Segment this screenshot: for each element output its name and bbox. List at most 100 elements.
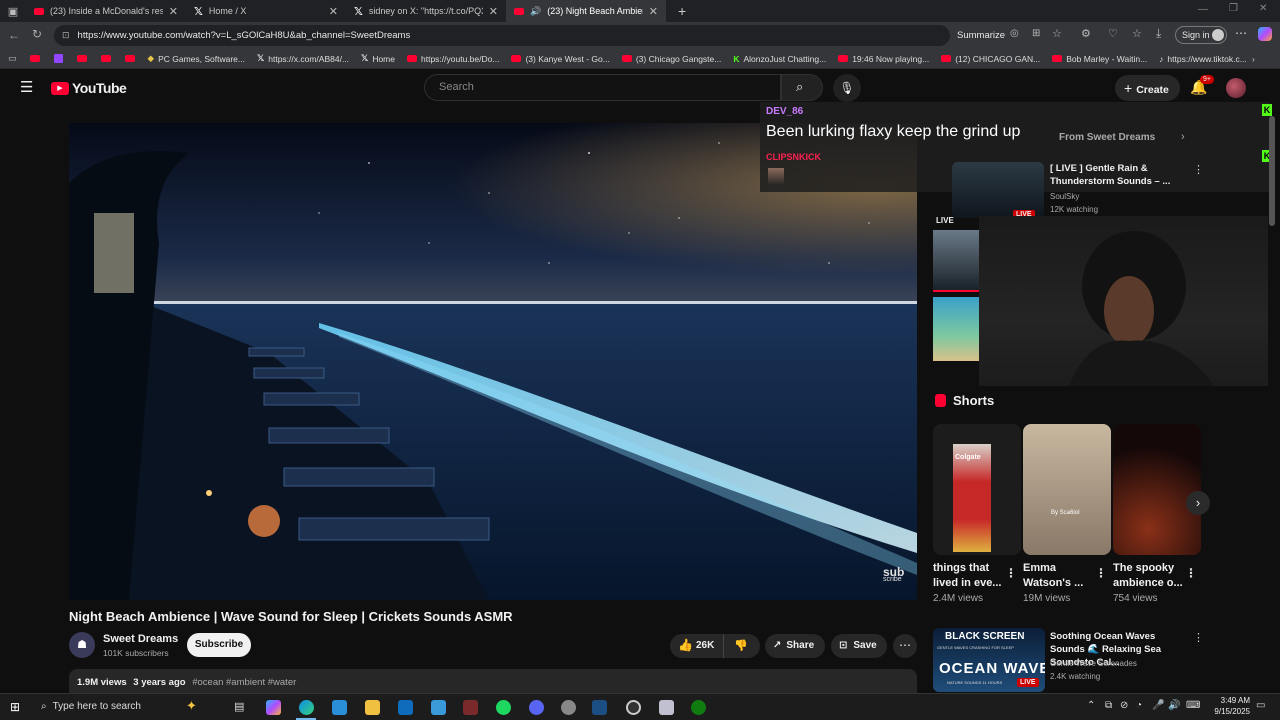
youtube-icon[interactable] xyxy=(100,55,111,62)
short-thumbnail[interactable]: Colgate xyxy=(933,424,1021,555)
video-thumbnail[interactable] xyxy=(933,297,979,361)
window-menu-icon[interactable]: ▣ xyxy=(0,5,26,18)
xbox-icon[interactable] xyxy=(691,700,706,715)
speaker-icon[interactable]: 🔊 xyxy=(530,6,541,17)
subscribe-button[interactable]: Subscribe xyxy=(187,633,251,657)
bookmark-item[interactable]: 19:46 Now playing... xyxy=(832,54,935,64)
notifications-icon[interactable]: ▭ xyxy=(1256,700,1265,711)
url-text[interactable]: https://www.youtube.com/watch?v=L_sGOlCa… xyxy=(78,30,411,41)
channel-name[interactable]: Sweet Dreams xyxy=(103,633,178,645)
close-tab-icon[interactable]: ✕ xyxy=(649,5,658,18)
bookmark-item[interactable]: https://youtu.be/Do... xyxy=(401,54,505,64)
twitch-icon[interactable] xyxy=(53,54,63,63)
favorite-star-icon[interactable]: ☆ xyxy=(1052,27,1062,40)
browser-tab[interactable]: (23) Inside a McDonald's restaura ✕ xyxy=(26,0,186,22)
spotify-icon[interactable] xyxy=(496,700,511,715)
short-thumbnail[interactable] xyxy=(1113,424,1201,555)
network-icon[interactable]: ⧉ xyxy=(1105,700,1112,711)
extensions-icon[interactable]: ⚙ xyxy=(1081,27,1091,40)
browser-tab[interactable]: 𝕏 Home / X ✕ xyxy=(186,0,346,22)
copilot-icon[interactable]: ◎ xyxy=(1010,28,1019,39)
summarize-button[interactable]: Summarize xyxy=(957,30,1005,41)
recommendation-item[interactable]: BLACK SCREEN GENTLE WAVES CRASHING FOR S… xyxy=(933,628,1203,692)
recommendation-item[interactable]: LIVE [ LIVE ] Gentle Rain & Thunderstorm… xyxy=(952,160,1192,219)
short-thumbnail[interactable]: By Sca6ioI xyxy=(1023,424,1111,555)
chips-next-icon[interactable]: › xyxy=(1181,131,1185,143)
keyboard-icon[interactable]: ⌨ xyxy=(1186,700,1200,711)
short-title[interactable]: Emma Watson's ... xyxy=(1023,561,1097,591)
close-tab-icon[interactable]: ✕ xyxy=(329,5,338,18)
collections-icon[interactable]: ☆ xyxy=(1132,27,1142,40)
more-actions-icon[interactable]: ⋮ xyxy=(1185,566,1197,580)
store-icon[interactable] xyxy=(332,700,347,715)
bookmark-item[interactable]: 𝕏 Home xyxy=(355,53,401,64)
back-icon[interactable]: ← xyxy=(8,28,20,42)
close-tab-icon[interactable]: ✕ xyxy=(489,5,498,18)
browser-tab-active[interactable]: 🔊 (23) Night Beach Ambience | ✕ xyxy=(506,0,666,22)
bookmark-item[interactable]: (3) Kanye West - Go... xyxy=(505,54,615,64)
browser-essentials-icon[interactable]: ♡ xyxy=(1108,27,1118,40)
refresh-icon[interactable]: ↻ xyxy=(32,27,42,41)
steam-icon[interactable] xyxy=(592,700,607,715)
workspaces-icon[interactable]: ▭ xyxy=(0,53,23,64)
minimize-icon[interactable]: — xyxy=(1198,4,1208,15)
volume-icon[interactable]: 🔊 xyxy=(1168,700,1180,711)
hamburger-menu-icon[interactable]: ☰ xyxy=(20,78,33,96)
sign-in-button[interactable]: Sign in xyxy=(1175,26,1227,44)
new-tab-button[interactable]: + xyxy=(666,3,698,19)
task-view-icon[interactable]: ▤ xyxy=(234,700,244,713)
edge-icon[interactable] xyxy=(299,700,314,715)
app-icon[interactable] xyxy=(561,700,576,715)
chip-from-channel[interactable]: From Sweet Dreams xyxy=(1059,132,1155,143)
dislike-button[interactable]: 👎 xyxy=(724,634,760,658)
vpn-icon[interactable]: ⊘ xyxy=(1120,700,1128,711)
voice-search-button[interactable]: 🎙 xyxy=(833,74,861,102)
create-button[interactable]: + Create xyxy=(1115,75,1180,101)
obs-icon[interactable] xyxy=(626,700,641,715)
photos-icon[interactable] xyxy=(431,700,446,715)
close-tab-icon[interactable]: ✕ xyxy=(169,5,178,18)
bookmark-item[interactable]: Bob Marley - Waitin... xyxy=(1046,54,1153,64)
site-info-icon[interactable]: ⊡ xyxy=(62,30,70,41)
more-actions-icon[interactable]: ⋮ xyxy=(1193,631,1204,644)
save-button[interactable]: ⊡ Save xyxy=(831,634,887,658)
clock[interactable]: 3:49 AM 9/15/2025 xyxy=(1200,695,1250,717)
browser-tab[interactable]: 𝕏 sidney on X: "https://t.co/PQ3uD ✕ xyxy=(346,0,506,22)
bookmark-item[interactable]: K AlonzoJust Chatting... xyxy=(727,54,832,64)
scrollbar-thumb[interactable] xyxy=(1269,116,1275,226)
hashtags[interactable]: #ocean #ambient #water xyxy=(192,677,296,688)
tray-overflow-icon[interactable]: ⌃ xyxy=(1087,700,1095,711)
youtube-icon[interactable] xyxy=(29,55,40,62)
more-actions-button[interactable]: ⋯ xyxy=(893,634,917,658)
description-box[interactable]: 1.9M views 3 years ago #ocean #ambient #… xyxy=(69,669,917,693)
discord-icon[interactable] xyxy=(529,700,544,715)
avatar[interactable] xyxy=(1226,78,1246,98)
address-bar[interactable]: ⊡ https://www.youtube.com/watch?v=L_sGOl… xyxy=(54,25,950,46)
close-window-icon[interactable]: ✕ xyxy=(1259,3,1267,14)
youtube-icon[interactable] xyxy=(124,55,135,62)
video-thumbnail[interactable] xyxy=(933,230,979,292)
subscribe-watermark[interactable]: sub scribe xyxy=(883,566,904,584)
bookmark-item[interactable]: ◆ PC Games, Software... xyxy=(142,53,251,64)
copilot-icon[interactable] xyxy=(266,700,281,715)
like-button[interactable]: 👍 26K xyxy=(670,634,724,658)
bookmark-item[interactable]: (12) CHICAGO GAN... xyxy=(935,54,1046,64)
copilot-sidebar-icon[interactable] xyxy=(1258,27,1272,41)
wifi-icon[interactable]: ◔ xyxy=(1136,700,1142,711)
outlook-icon[interactable] xyxy=(398,700,413,715)
channel-avatar[interactable]: ☗ xyxy=(69,632,95,658)
more-actions-icon[interactable]: ⋮ xyxy=(1005,566,1017,580)
windows-start-icon[interactable]: ⊞ xyxy=(10,700,20,714)
page-scrollbar[interactable] xyxy=(1269,106,1275,686)
share-button[interactable]: ↗ Share xyxy=(765,634,825,658)
app-icon[interactable] xyxy=(659,700,674,715)
bookmark-item[interactable]: 𝕏https://x.com/AB84/... xyxy=(251,53,355,64)
more-menu-icon[interactable]: ⋯ xyxy=(1235,26,1247,40)
restore-icon[interactable]: ❐ xyxy=(1229,3,1238,14)
youtube-icon[interactable] xyxy=(76,55,87,62)
more-actions-icon[interactable]: ⋮ xyxy=(1193,163,1204,176)
microphone-icon[interactable]: 🎤 xyxy=(1152,700,1164,711)
short-title[interactable]: things that lived in eve... xyxy=(933,561,1007,591)
short-title[interactable]: The spooky ambience o... xyxy=(1113,561,1187,591)
video-player[interactable]: sub scribe xyxy=(69,123,917,600)
